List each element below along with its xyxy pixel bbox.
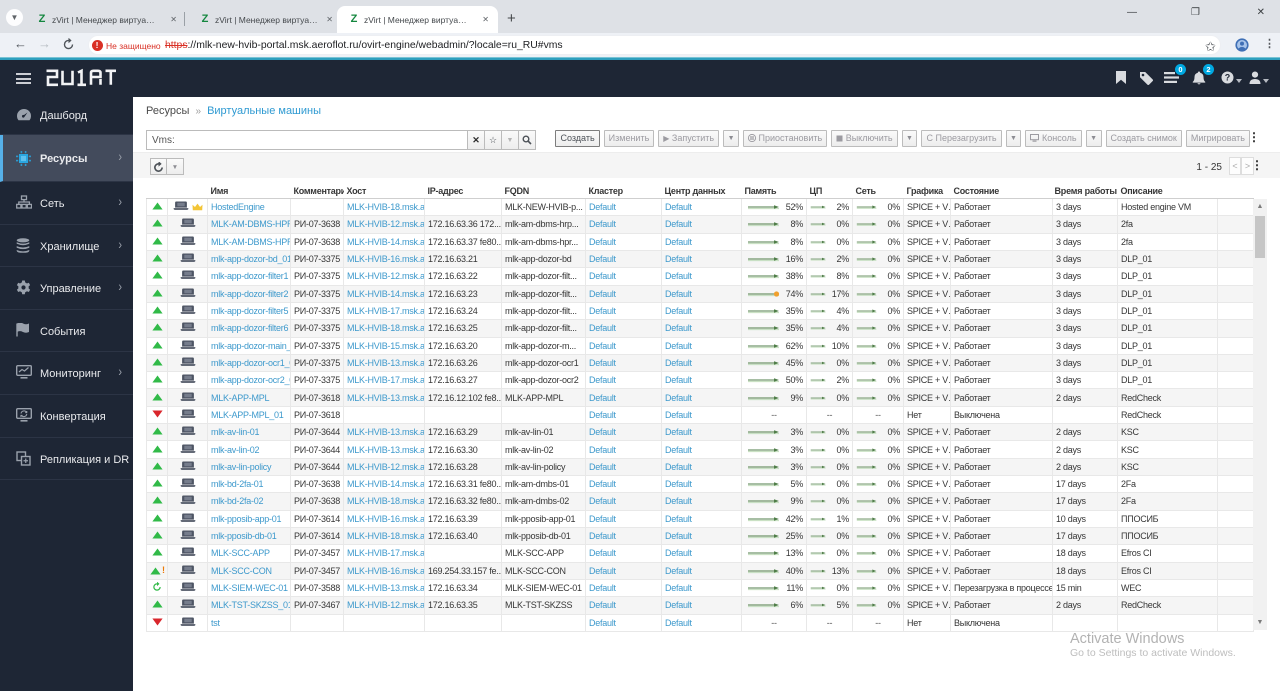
svg-text:?: ? (1225, 73, 1231, 83)
